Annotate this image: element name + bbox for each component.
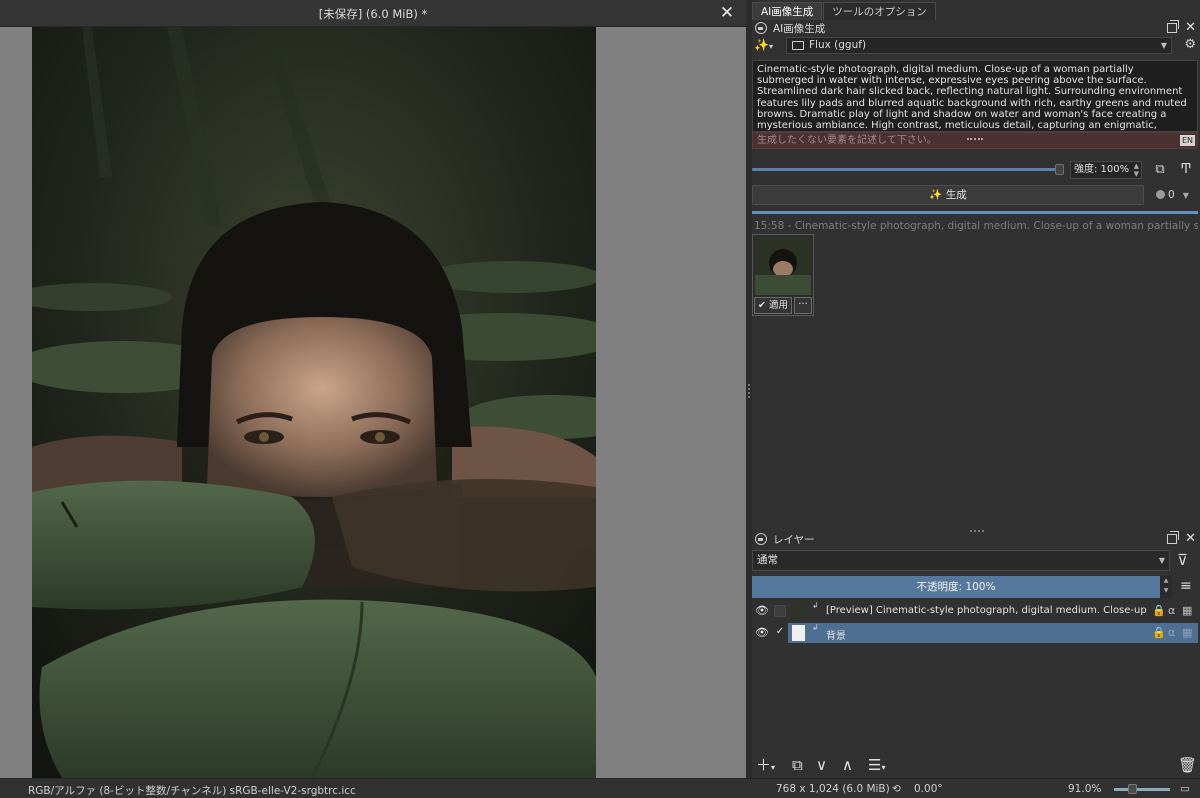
zoom-slider[interactable]	[1114, 788, 1170, 791]
thumbnail-artwork	[755, 237, 811, 295]
strength-slider-handle[interactable]	[1055, 164, 1064, 175]
close-panel-icon[interactable]: ✕	[1185, 531, 1196, 547]
add-layer-icon[interactable]: ＋▾	[756, 756, 775, 777]
trash-icon[interactable]: 🗑	[1178, 756, 1197, 774]
resize-grip[interactable]	[967, 138, 983, 140]
generate-button-label: 生成	[945, 189, 967, 201]
image-dimensions: 768 x 1,024 (6.0 MiB)	[776, 783, 890, 795]
splitter-grip[interactable]	[748, 384, 750, 398]
negative-prompt-placeholder: 生成したくない要素を記述して下さい。	[757, 135, 937, 146]
layer-checkbox[interactable]	[774, 605, 786, 617]
inherit-alpha-icon[interactable]: ▦	[1182, 604, 1192, 617]
blend-mode-value: 通常	[757, 554, 778, 566]
rotation-icon[interactable]: ⟲	[892, 783, 901, 795]
duplicate-layer-icon[interactable]: ⧉	[792, 756, 803, 774]
spin-arrows-icon[interactable]: ▲ ▼	[1160, 576, 1172, 598]
canvas-image[interactable]	[32, 27, 596, 778]
opacity-slider[interactable]: 不透明度: 100%	[752, 576, 1160, 598]
layer-toolbar: ＋▾ ⧉ ∨ ∧ ☰▾ 🗑	[752, 756, 1200, 776]
move-layer-down-icon[interactable]: ∨	[816, 756, 827, 774]
chevron-down-icon: ▼	[1160, 41, 1167, 50]
opacity-value: 不透明度: 100%	[916, 581, 996, 593]
float-panel-icon[interactable]	[1167, 531, 1180, 544]
queue-icon	[1156, 190, 1165, 199]
canvas-area[interactable]	[0, 27, 746, 778]
close-icon[interactable]: ✕	[718, 4, 736, 22]
model-row: ✨▾ Flux (gguf) ▼ ⚙	[752, 37, 1200, 55]
gear-icon[interactable]: ⚙	[1184, 37, 1196, 52]
queue-count[interactable]: 0 ▼	[1156, 189, 1189, 201]
monitor-icon[interactable]: ▭	[1180, 783, 1190, 795]
language-badge[interactable]: EN	[1179, 135, 1195, 146]
filter-icon[interactable]: ⊽	[1177, 551, 1188, 569]
history-entry: 15:58 - Cinematic-style photograph, digi…	[754, 220, 1198, 232]
strength-slider[interactable]	[752, 168, 1056, 171]
document-title: [未保存] (6.0 MiB) *	[318, 7, 428, 21]
strength-spinbox[interactable]: 強度: 100% ▲ ▼	[1070, 161, 1142, 179]
alpha-lock-icon[interactable]: α	[1168, 626, 1175, 639]
color-space-info: RGB/アルファ (8-ビット整数/チャンネル) sRGB-elle-V2-sr…	[28, 785, 356, 797]
progress-bar	[752, 211, 1198, 214]
add-control-layer-icon[interactable]: ⧉	[1150, 161, 1170, 179]
chevron-down-icon: ▼	[1182, 191, 1189, 200]
more-options-button[interactable]: ···	[794, 297, 812, 314]
alpha-lock-icon[interactable]: α	[1168, 604, 1175, 617]
apply-button[interactable]: ✔ 適用	[754, 297, 792, 314]
inherit-alpha-icon[interactable]: ▦	[1182, 626, 1192, 639]
layers-panel-header: レイヤー ✕	[752, 531, 1200, 547]
layer-thumbnail	[792, 603, 805, 619]
zoom-slider-handle[interactable]	[1128, 784, 1137, 794]
status-bar: RGB/アルファ (8-ビット整数/チャンネル) sRGB-elle-V2-sr…	[0, 778, 1200, 798]
tab-ai-generation[interactable]: AI画像生成	[752, 2, 823, 20]
tab-tool-options[interactable]: ツールのオプション	[823, 2, 936, 20]
queue-count-value: 0	[1168, 189, 1175, 201]
history-thumbnail[interactable]	[755, 237, 811, 295]
layer-name: 背景	[826, 631, 846, 642]
dock-tabs: AI画像生成 ツールのオプション	[752, 2, 937, 20]
layer-properties-icon[interactable]: ☰▾	[868, 756, 885, 777]
layer-type-icon: ↲	[812, 623, 819, 632]
zoom-value: 91.0%	[1068, 783, 1102, 795]
rotation-value[interactable]: 0.00°	[914, 783, 943, 795]
close-panel-icon[interactable]: ✕	[1185, 20, 1196, 36]
generate-button[interactable]: ✨ 生成	[752, 185, 1144, 205]
layer-thumbnail	[792, 625, 805, 641]
lock-layer-icon[interactable]: 🔒	[1152, 626, 1166, 639]
ai-panel-header: AI画像生成 ✕	[752, 20, 1200, 36]
layer-row[interactable]: 👁 ↲ [Preview] Cinematic-style photograph…	[752, 601, 1198, 621]
move-layer-up-icon[interactable]: ∧	[842, 756, 853, 774]
model-icon	[792, 41, 804, 50]
canvas-artwork	[32, 27, 596, 778]
apply-button-label: 適用	[768, 300, 788, 311]
history-thumbnail-card[interactable]: ✔ 適用 ···	[752, 234, 814, 316]
layer-name: [Preview] Cinematic-style photograph, di…	[826, 605, 1148, 616]
layers-panel-title: レイヤー	[773, 533, 815, 546]
strength-value: 強度: 100%	[1074, 164, 1130, 175]
lock-icon[interactable]	[755, 533, 767, 545]
add-region-icon[interactable]: Ͳ	[1176, 161, 1196, 179]
model-select-value: Flux (gguf)	[809, 39, 867, 51]
right-dock: AI画像生成 ツールのオプション AI画像生成 ✕ ✨▾ Flux (gguf)…	[752, 0, 1200, 778]
document-tab-bar: [未保存] (6.0 MiB) * ✕	[0, 0, 746, 27]
prompt-textarea[interactable]: Cinematic-style photograph, digital medi…	[752, 60, 1198, 132]
eye-icon[interactable]: 👁	[755, 604, 769, 617]
blend-mode-select[interactable]: 通常 ▼	[752, 550, 1170, 571]
eye-icon[interactable]: 👁	[755, 626, 769, 639]
model-select[interactable]: Flux (gguf) ▼	[786, 37, 1172, 54]
layer-type-icon: ↲	[812, 601, 819, 610]
workspace-wand-icon[interactable]: ✨▾	[754, 38, 780, 54]
spin-arrows-icon[interactable]: ▲ ▼	[1134, 162, 1139, 178]
ai-panel-title: AI画像生成	[773, 22, 826, 35]
wand-icon: ✨	[929, 189, 946, 201]
layer-checkbox[interactable]: ✓	[774, 627, 786, 639]
lock-icon[interactable]	[755, 22, 767, 34]
negative-prompt-field[interactable]: 生成したくない要素を記述して下さい。 EN	[752, 132, 1198, 149]
chevron-down-icon: ▼	[1158, 556, 1165, 565]
lock-layer-icon[interactable]: 🔒	[1152, 604, 1166, 617]
layer-row[interactable]: 👁 ✓ ↲ 背景 🔒 α ▦	[752, 623, 1198, 643]
float-panel-icon[interactable]	[1167, 20, 1180, 33]
menu-icon[interactable]: ≡	[1180, 578, 1192, 594]
